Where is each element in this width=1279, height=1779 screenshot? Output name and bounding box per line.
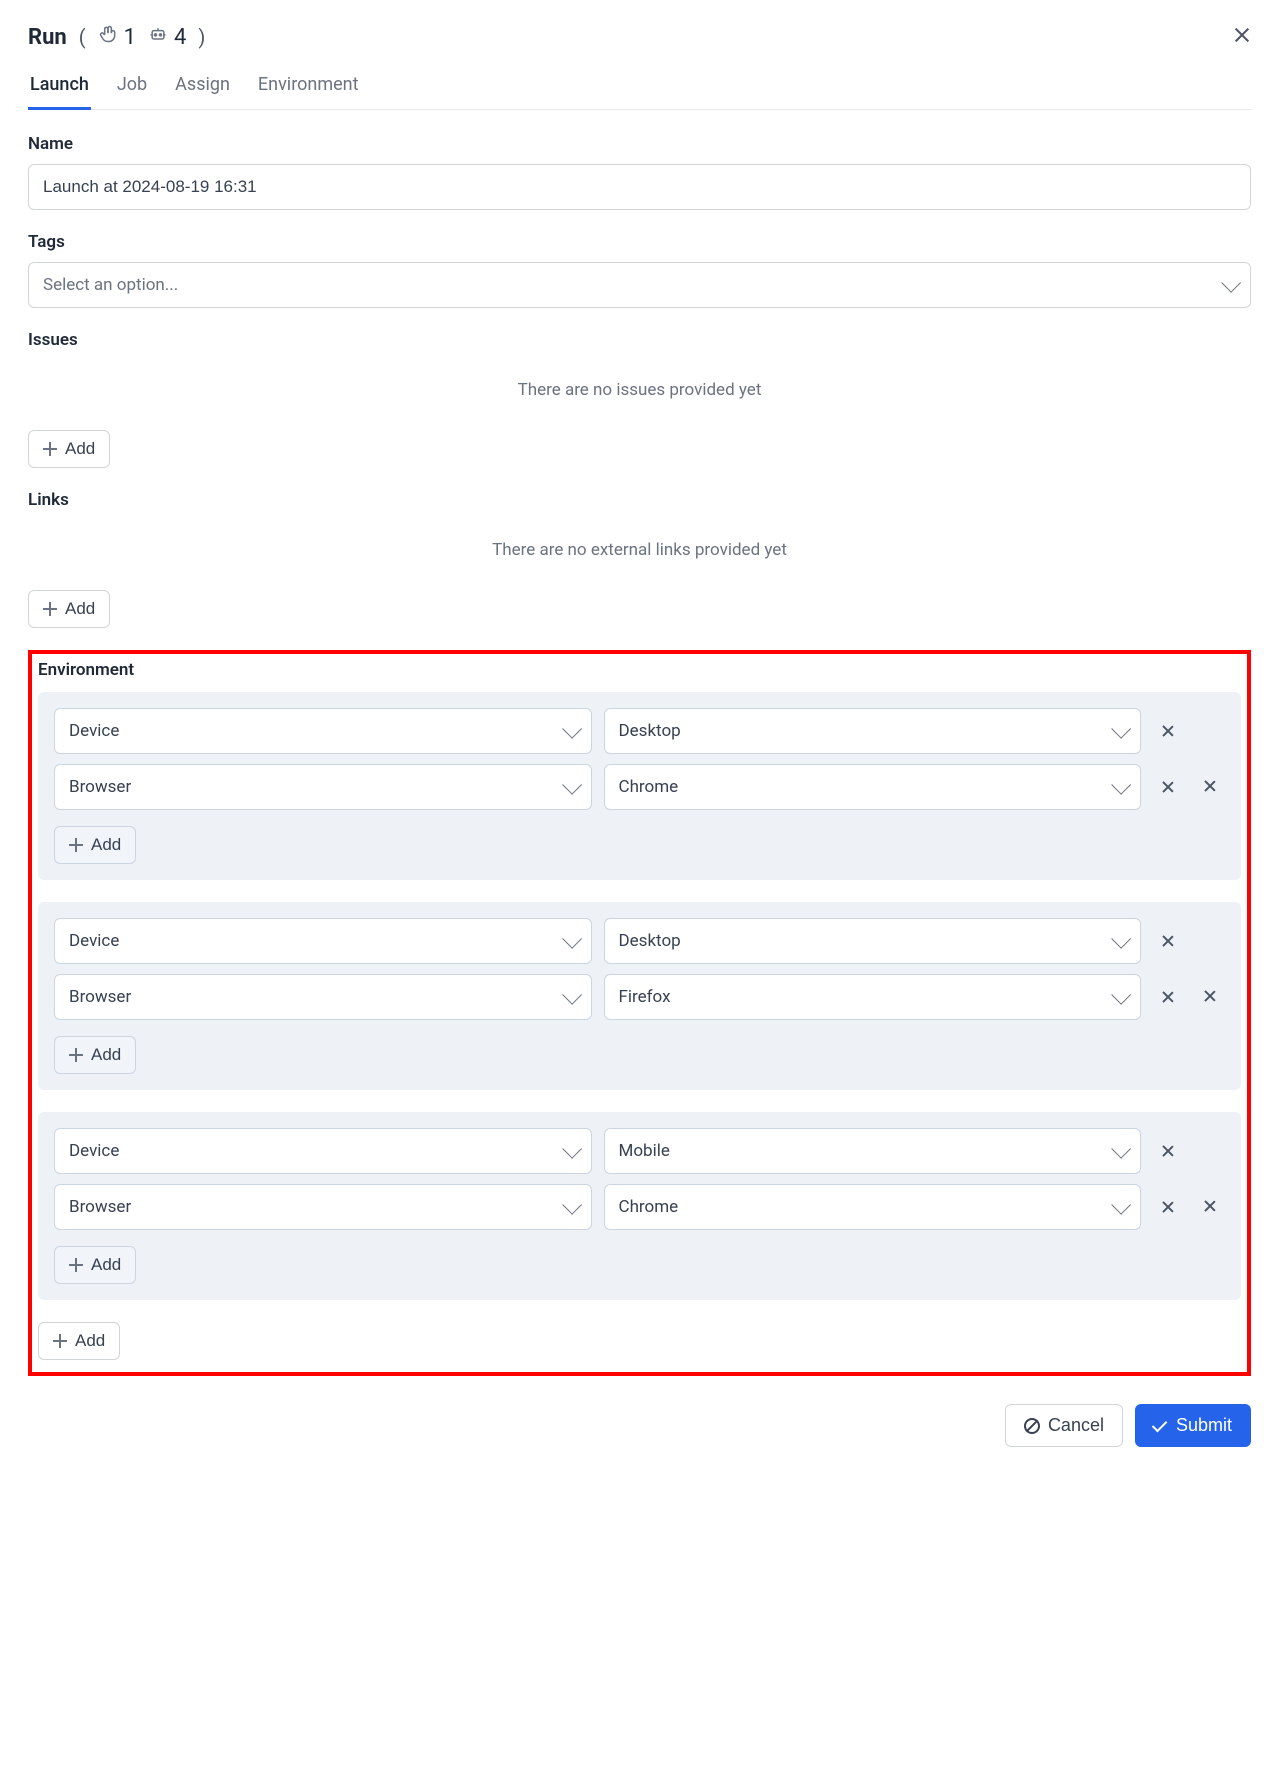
close-icon xyxy=(1233,26,1251,44)
env-value-select[interactable]: Mobile xyxy=(604,1128,1142,1174)
links-label: Links xyxy=(28,490,1251,510)
title-text: Run xyxy=(28,25,67,50)
chevron-down-icon xyxy=(562,719,582,739)
tags-label: Tags xyxy=(28,232,1251,252)
close-icon xyxy=(1161,780,1175,794)
env-value-select[interactable]: Firefox xyxy=(604,974,1142,1020)
environment-row: Device Desktop xyxy=(54,918,1183,964)
remove-group-button[interactable] xyxy=(1195,1191,1225,1221)
auto-count: 4 xyxy=(174,25,186,50)
plus-icon xyxy=(69,1048,83,1062)
close-icon xyxy=(1161,990,1175,1004)
environment-group: Device Desktop Browser xyxy=(38,692,1241,880)
check-icon xyxy=(1152,1416,1168,1432)
remove-group-button[interactable] xyxy=(1195,981,1225,1011)
environment-row: Browser Firefox xyxy=(54,974,1183,1020)
environment-row: Browser Chrome xyxy=(54,764,1183,810)
tab-environment[interactable]: Environment xyxy=(256,66,361,110)
tags-placeholder: Select an option... xyxy=(43,275,178,295)
close-icon xyxy=(1161,1200,1175,1214)
tab-assign[interactable]: Assign xyxy=(173,66,232,110)
chevron-down-icon xyxy=(562,985,582,1005)
submit-button[interactable]: Submit xyxy=(1135,1404,1251,1447)
cancel-button[interactable]: Cancel xyxy=(1005,1404,1123,1447)
add-env-row-button[interactable]: Add xyxy=(54,826,136,864)
environment-row: Device Mobile xyxy=(54,1128,1183,1174)
chevron-down-icon xyxy=(1221,273,1241,293)
issues-empty: There are no issues provided yet xyxy=(28,360,1251,430)
tabs: Launch Job Assign Environment xyxy=(28,66,1251,110)
ban-icon xyxy=(1024,1418,1040,1434)
chevron-down-icon xyxy=(1111,1195,1131,1215)
env-key-select[interactable]: Browser xyxy=(54,1184,592,1230)
add-env-row-button[interactable]: Add xyxy=(54,1246,136,1284)
close-icon xyxy=(1161,934,1175,948)
plus-icon xyxy=(69,1258,83,1272)
remove-row-button[interactable] xyxy=(1153,926,1183,956)
issues-label: Issues xyxy=(28,330,1251,350)
add-issue-button[interactable]: Add xyxy=(28,430,110,468)
env-value-select[interactable]: Desktop xyxy=(604,918,1142,964)
page-title: Run ( 1 4 ) xyxy=(28,24,205,50)
environment-group: Device Mobile Browser xyxy=(38,1112,1241,1300)
chevron-down-icon xyxy=(1111,1139,1131,1159)
manual-icon xyxy=(98,24,118,50)
chevron-down-icon xyxy=(562,1139,582,1159)
env-key-select[interactable]: Device xyxy=(54,1128,592,1174)
tags-select[interactable]: Select an option... xyxy=(28,262,1251,308)
bot-icon xyxy=(148,24,168,50)
remove-row-button[interactable] xyxy=(1153,1136,1183,1166)
close-button[interactable] xyxy=(1233,25,1251,50)
remove-row-button[interactable] xyxy=(1153,1192,1183,1222)
links-empty: There are no external links provided yet xyxy=(28,520,1251,590)
close-icon xyxy=(1203,989,1217,1003)
chevron-down-icon xyxy=(1111,929,1131,949)
plus-icon xyxy=(43,602,57,616)
chevron-down-icon xyxy=(562,1195,582,1215)
environment-label: Environment xyxy=(38,660,1241,680)
tab-job[interactable]: Job xyxy=(115,66,149,110)
chevron-down-icon xyxy=(1111,775,1131,795)
remove-row-button[interactable] xyxy=(1153,772,1183,802)
environment-row: Browser Chrome xyxy=(54,1184,1183,1230)
tab-launch[interactable]: Launch xyxy=(28,66,91,110)
environment-group: Device Desktop Browser xyxy=(38,902,1241,1090)
add-env-row-button[interactable]: Add xyxy=(54,1036,136,1074)
env-value-select[interactable]: Chrome xyxy=(604,764,1142,810)
remove-row-button[interactable] xyxy=(1153,982,1183,1012)
env-key-select[interactable]: Device xyxy=(54,708,592,754)
close-icon xyxy=(1161,724,1175,738)
chevron-down-icon xyxy=(562,929,582,949)
close-icon xyxy=(1203,779,1217,793)
chevron-down-icon xyxy=(562,775,582,795)
environment-section-highlight: Environment Device Desktop xyxy=(28,650,1251,1376)
env-value-select[interactable]: Desktop xyxy=(604,708,1142,754)
close-icon xyxy=(1161,1144,1175,1158)
environment-row: Device Desktop xyxy=(54,708,1183,754)
plus-icon xyxy=(53,1334,67,1348)
remove-row-button[interactable] xyxy=(1153,716,1183,746)
env-key-select[interactable]: Browser xyxy=(54,974,592,1020)
plus-icon xyxy=(43,442,57,456)
add-env-group-button[interactable]: Add xyxy=(38,1322,120,1360)
close-icon xyxy=(1203,1199,1217,1213)
name-input[interactable] xyxy=(28,164,1251,210)
chevron-down-icon xyxy=(1111,719,1131,739)
add-link-button[interactable]: Add xyxy=(28,590,110,628)
chevron-down-icon xyxy=(1111,985,1131,1005)
name-label: Name xyxy=(28,134,1251,154)
env-value-select[interactable]: Chrome xyxy=(604,1184,1142,1230)
env-key-select[interactable]: Browser xyxy=(54,764,592,810)
plus-icon xyxy=(69,838,83,852)
remove-group-button[interactable] xyxy=(1195,771,1225,801)
manual-count: 1 xyxy=(124,25,136,50)
env-key-select[interactable]: Device xyxy=(54,918,592,964)
